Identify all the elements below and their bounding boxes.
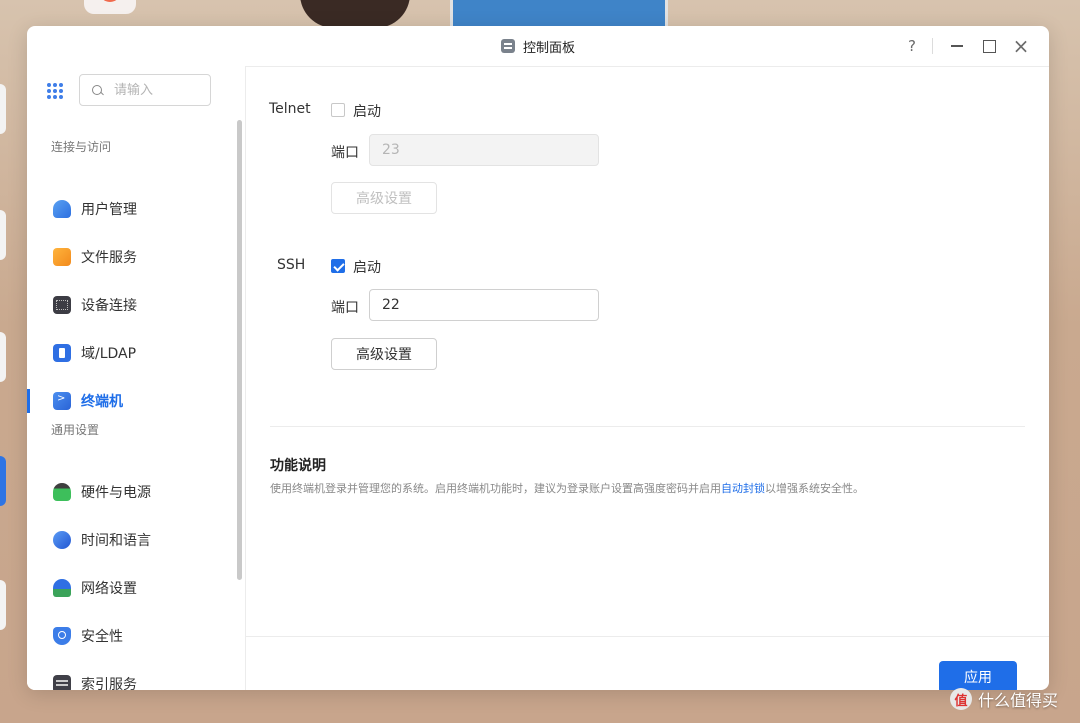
telnet-label: Telnet — [269, 101, 311, 117]
help-button[interactable]: ? — [898, 32, 926, 60]
device-icon — [53, 296, 71, 314]
network-icon — [53, 579, 71, 597]
title-separator — [932, 38, 933, 54]
watermark-text: 什么值得买 — [978, 691, 1059, 710]
sidebar-item-ldap[interactable]: 域/LDAP — [27, 333, 237, 373]
telnet-enable-label: 启动 — [353, 104, 381, 120]
sidebar-item-label: 安全性 — [81, 629, 123, 645]
sidebar-item-label: 用户管理 — [81, 202, 137, 218]
dock-tile[interactable] — [0, 210, 6, 260]
close-button[interactable]: × — [1007, 32, 1035, 60]
section-connect-access: 连接与访问 — [51, 140, 112, 154]
dock-tile[interactable] — [0, 332, 6, 382]
sidebar-item-terminal[interactable]: 终端机 — [27, 381, 237, 421]
minimize-button[interactable] — [943, 32, 971, 60]
background-photo — [300, 0, 410, 28]
description-text: 使用终端机登录并管理您的系统。启用终端机功能时，建议为登录账户设置高强度密码并启… — [270, 480, 864, 496]
hardware-icon — [53, 483, 71, 501]
window-title: 控制面板 — [522, 40, 575, 56]
search-icon — [92, 85, 102, 95]
description-text-after: 以增强系统安全性。 — [765, 482, 864, 495]
terminal-settings-panel: Telnet 启动 端口 高级设置 SSH 启动 端口 高级设置 功能说明 使用… — [246, 66, 1049, 690]
footer-divider — [246, 636, 1049, 637]
section-general-settings: 通用设置 — [51, 423, 100, 437]
control-panel-icon — [500, 39, 515, 53]
sidebar-item-label: 索引服务 — [81, 677, 137, 690]
telnet-enable-checkbox[interactable] — [331, 103, 345, 117]
dock-tile[interactable] — [0, 84, 6, 134]
telnet-port-label: 端口 — [331, 145, 359, 161]
terminal-icon — [53, 392, 71, 410]
sidebar-item-file-services[interactable]: 文件服务 — [27, 237, 237, 277]
sidebar-item-label: 时间和语言 — [81, 533, 151, 549]
background-window-frame — [450, 0, 668, 29]
sidebar-item-user-management[interactable]: 用户管理 — [27, 189, 237, 229]
sidebar-item-network[interactable]: 网络设置 — [27, 568, 237, 608]
sidebar-item-hardware-power[interactable]: 硬件与电源 — [27, 472, 237, 512]
ssh-enable-label: 启动 — [353, 260, 381, 276]
sidebar-item-security[interactable]: 安全性 — [27, 616, 237, 656]
telnet-advanced-button[interactable]: 高级设置 — [331, 182, 437, 214]
sidebar: 连接与访问 用户管理 文件服务 设备连接 域/LDAP 终端机 通用设置 硬件与… — [27, 66, 246, 690]
sidebar-item-index-service[interactable]: 索引服务 — [27, 664, 237, 690]
watermark-logo: 值 — [950, 688, 972, 710]
apps-grid-icon[interactable] — [47, 83, 63, 99]
dock-tile[interactable] — [0, 580, 6, 630]
dock-tile[interactable] — [0, 456, 6, 506]
auto-lock-link[interactable]: 自动封锁 — [721, 482, 765, 495]
clock-icon — [53, 531, 71, 549]
sidebar-item-label: 网络设置 — [81, 581, 137, 597]
watermark: 值 什么值得买 — [950, 687, 1058, 711]
shield-icon — [53, 627, 71, 645]
sidebar-item-time-language[interactable]: 时间和语言 — [27, 520, 237, 560]
ssh-port-label: 端口 — [331, 300, 359, 316]
sidebar-item-label: 设备连接 — [81, 298, 137, 314]
index-icon — [53, 675, 71, 690]
search-input[interactable] — [112, 81, 206, 99]
title-bar[interactable]: 控制面板 ? × — [27, 26, 1049, 67]
sidebar-scrollbar[interactable] — [237, 120, 242, 580]
sidebar-item-label: 域/LDAP — [81, 346, 137, 362]
section-divider — [270, 426, 1025, 427]
minimize-icon — [951, 45, 963, 47]
user-icon — [53, 200, 71, 218]
sidebar-item-label: 文件服务 — [81, 250, 137, 266]
ssh-label: SSH — [277, 257, 306, 273]
apply-button[interactable]: 应用 — [939, 661, 1017, 690]
sidebar-item-device-connection[interactable]: 设备连接 — [27, 285, 237, 325]
folder-icon — [53, 248, 71, 266]
ssh-advanced-button[interactable]: 高级设置 — [331, 338, 437, 370]
maximize-button[interactable] — [975, 32, 1003, 60]
description-title: 功能说明 — [270, 458, 326, 474]
ssh-enable-checkbox[interactable] — [331, 259, 345, 273]
ldap-icon — [53, 344, 71, 362]
control-panel-window: 控制面板 ? × 连接与访问 用户管理 文件服务 设备连接 — [27, 26, 1049, 690]
ssh-port-input[interactable] — [369, 289, 599, 321]
sidebar-item-label: 硬件与电源 — [81, 485, 151, 501]
search-box[interactable] — [79, 74, 211, 106]
description-text-before: 使用终端机登录并管理您的系统。启用终端机功能时，建议为登录账户设置高强度密码并启… — [270, 482, 721, 495]
maximize-icon — [982, 39, 996, 53]
dock-app-icon[interactable] — [84, 0, 136, 14]
telnet-port-input[interactable] — [369, 134, 599, 166]
sidebar-item-label: 终端机 — [81, 394, 123, 410]
